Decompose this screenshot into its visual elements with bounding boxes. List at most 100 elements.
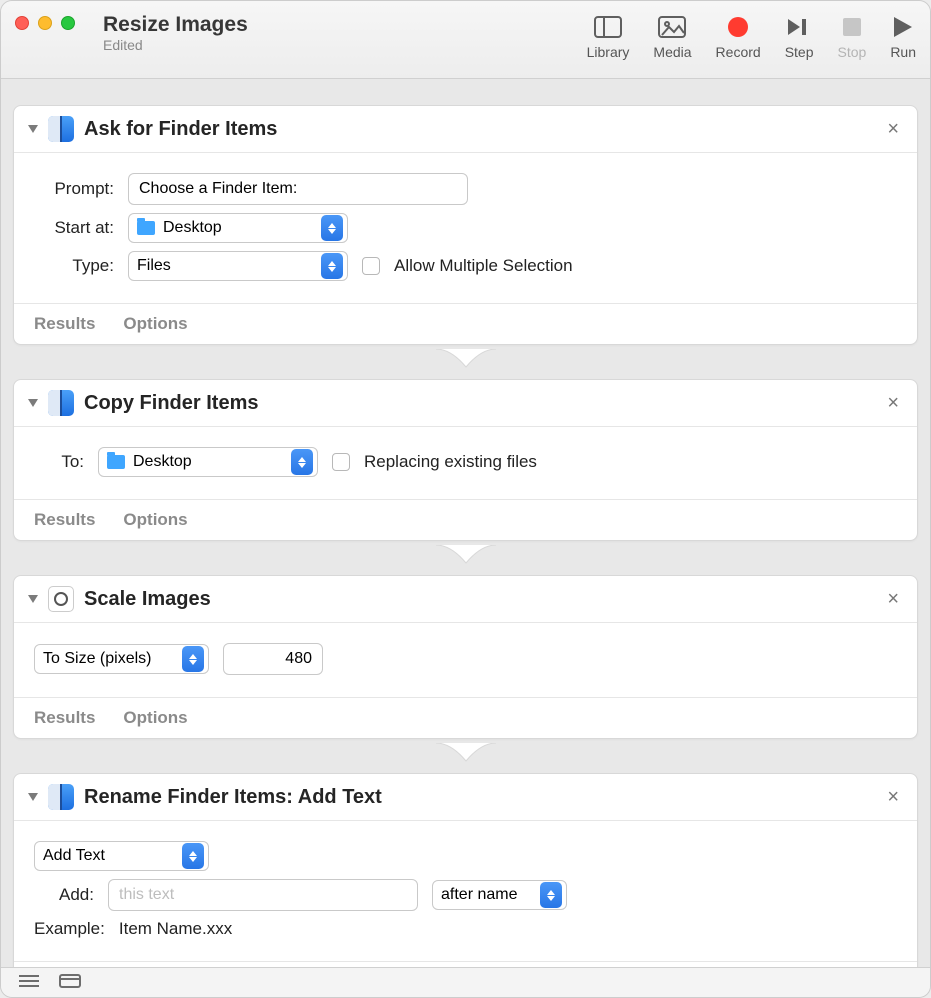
- remove-action-button[interactable]: ×: [883, 786, 903, 809]
- add-text-field[interactable]: this text: [108, 879, 418, 911]
- popup-stepper-icon: [321, 215, 343, 241]
- minimize-window-button[interactable]: [38, 16, 52, 30]
- disclosure-triangle-icon[interactable]: [28, 793, 38, 801]
- replace-label: Replacing existing files: [364, 452, 537, 472]
- remove-action-button[interactable]: ×: [883, 588, 903, 611]
- workflow-area[interactable]: Ask for Finder Items × Prompt: Choose a …: [1, 79, 930, 967]
- log-view-button[interactable]: [19, 973, 39, 993]
- action-header[interactable]: Scale Images ×: [14, 576, 917, 623]
- media-icon: [658, 13, 686, 41]
- toolbar-stop-button[interactable]: Stop: [838, 13, 867, 60]
- variables-view-button[interactable]: [59, 973, 81, 993]
- scale-mode-popup[interactable]: To Size (pixels): [34, 644, 209, 674]
- connector: [13, 743, 918, 769]
- to-label: To:: [34, 452, 84, 472]
- window-subtitle: Edited: [103, 37, 248, 53]
- scale-size-field[interactable]: 480: [223, 643, 323, 675]
- popup-stepper-icon: [321, 253, 343, 279]
- to-popup[interactable]: Desktop: [98, 447, 318, 477]
- remove-action-button[interactable]: ×: [883, 392, 903, 415]
- toolbar-step-button[interactable]: Step: [785, 13, 814, 60]
- options-button[interactable]: Options: [123, 708, 187, 728]
- status-bar: [1, 967, 930, 997]
- popup-stepper-icon: [182, 646, 204, 672]
- toolbar-media-button[interactable]: Media: [653, 13, 691, 60]
- toolbar-step-label: Step: [785, 44, 814, 60]
- folder-icon: [107, 455, 125, 469]
- toolbar-media-label: Media: [653, 44, 691, 60]
- action-header[interactable]: Ask for Finder Items ×: [14, 106, 917, 153]
- folder-icon: [137, 221, 155, 235]
- position-value: after name: [441, 886, 517, 904]
- rename-mode-value: Add Text: [43, 847, 105, 865]
- action-title: Ask for Finder Items: [84, 118, 873, 141]
- zoom-window-button[interactable]: [61, 16, 75, 30]
- scale-mode-value: To Size (pixels): [43, 650, 151, 668]
- action-header[interactable]: Copy Finder Items ×: [14, 380, 917, 427]
- title-area: Resize Images Edited: [103, 11, 248, 53]
- results-button[interactable]: Results: [34, 314, 95, 334]
- finder-icon: [48, 116, 74, 142]
- replace-checkbox[interactable]: [332, 453, 350, 471]
- results-button[interactable]: Results: [34, 708, 95, 728]
- toolbar: Resize Images Edited Library Media: [1, 1, 930, 79]
- type-label: Type:: [34, 256, 114, 276]
- disclosure-triangle-icon[interactable]: [28, 125, 38, 133]
- toolbar-record-label: Record: [716, 44, 761, 60]
- action-title: Scale Images: [84, 588, 873, 611]
- stop-icon: [843, 13, 861, 41]
- startat-label: Start at:: [34, 218, 114, 238]
- prompt-value: Choose a Finder Item:: [139, 180, 297, 198]
- toolbar-run-label: Run: [890, 44, 916, 60]
- step-icon: [788, 13, 810, 41]
- startat-value: Desktop: [163, 219, 222, 237]
- disclosure-triangle-icon[interactable]: [28, 399, 38, 407]
- type-popup[interactable]: Files: [128, 251, 348, 281]
- remove-action-button[interactable]: ×: [883, 118, 903, 141]
- allow-multiple-label: Allow Multiple Selection: [394, 256, 573, 276]
- results-button[interactable]: Results: [34, 510, 95, 530]
- disclosure-triangle-icon[interactable]: [28, 595, 38, 603]
- run-icon: [894, 13, 912, 41]
- position-popup[interactable]: after name: [432, 880, 567, 910]
- add-label: Add:: [34, 885, 94, 905]
- action-copy-finder-items: Copy Finder Items × To: Desktop Replacin…: [13, 379, 918, 541]
- toolbar-run-button[interactable]: Run: [890, 13, 916, 60]
- popup-stepper-icon: [540, 882, 562, 908]
- traffic-lights: [15, 11, 75, 30]
- popup-stepper-icon: [291, 449, 313, 475]
- to-value: Desktop: [133, 453, 192, 471]
- options-button[interactable]: Options: [123, 314, 187, 334]
- startat-popup[interactable]: Desktop: [128, 213, 348, 243]
- prompt-field[interactable]: Choose a Finder Item:: [128, 173, 468, 205]
- close-window-button[interactable]: [15, 16, 29, 30]
- prompt-label: Prompt:: [34, 179, 114, 199]
- example-label: Example:: [34, 919, 105, 939]
- finder-icon: [48, 390, 74, 416]
- action-title: Rename Finder Items: Add Text: [84, 786, 873, 809]
- connector: [13, 545, 918, 571]
- scale-size-value: 480: [285, 650, 312, 668]
- action-scale-images: Scale Images × To Size (pixels) 480 Resu…: [13, 575, 918, 739]
- record-icon: [728, 13, 748, 41]
- toolbar-record-button[interactable]: Record: [716, 13, 761, 60]
- toolbar-library-button[interactable]: Library: [587, 13, 630, 60]
- toolbar-items: Library Media Record: [587, 11, 916, 60]
- options-button[interactable]: Options: [123, 510, 187, 530]
- window-title: Resize Images: [103, 13, 248, 37]
- popup-stepper-icon: [182, 843, 204, 869]
- toolbar-stop-label: Stop: [838, 44, 867, 60]
- sidebar-icon: [594, 13, 622, 41]
- rename-mode-popup[interactable]: Add Text: [34, 841, 209, 871]
- action-rename-finder-items: Rename Finder Items: Add Text × Add Text…: [13, 773, 918, 967]
- automator-window: Resize Images Edited Library Media: [0, 0, 931, 998]
- finder-icon: [48, 784, 74, 810]
- action-header[interactable]: Rename Finder Items: Add Text ×: [14, 774, 917, 821]
- toolbar-library-label: Library: [587, 44, 630, 60]
- add-text-placeholder: this text: [119, 886, 174, 904]
- connector: [13, 349, 918, 375]
- type-value: Files: [137, 257, 171, 275]
- example-value: Item Name.xxx: [119, 919, 232, 939]
- allow-multiple-checkbox[interactable]: [362, 257, 380, 275]
- preview-icon: [48, 586, 74, 612]
